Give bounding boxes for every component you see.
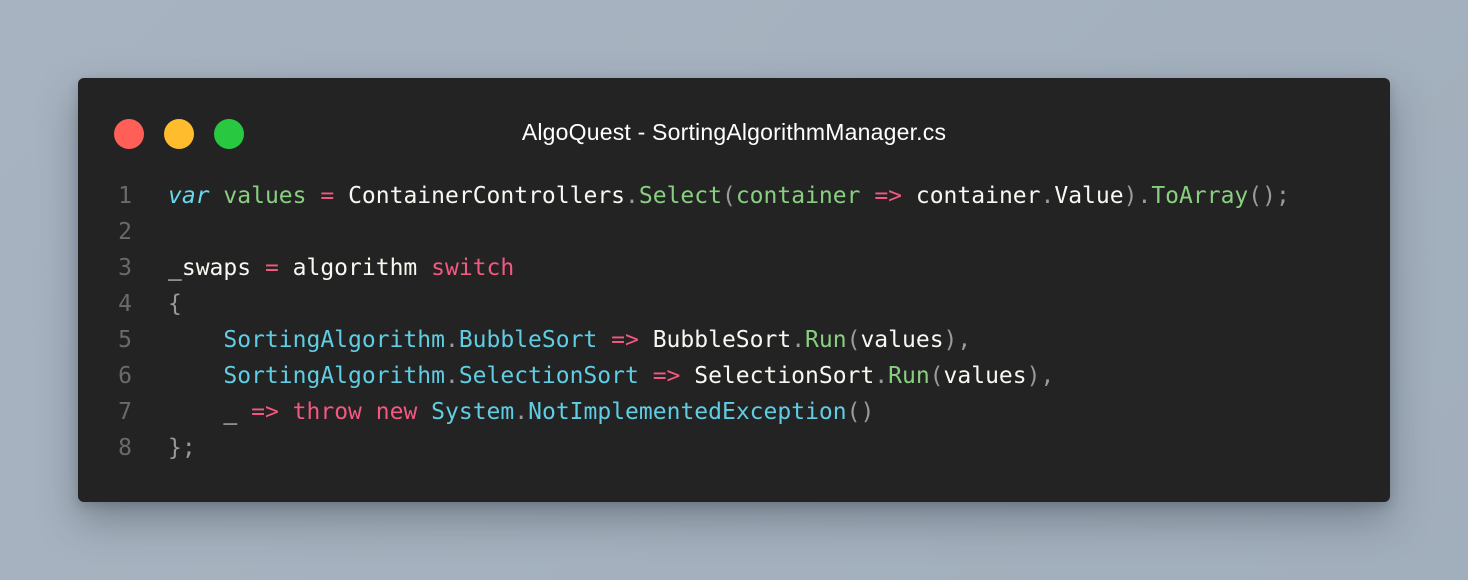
code-line: 1 var values = ContainerControllers.Selec… xyxy=(78,178,1390,214)
code-token: SelectionSort xyxy=(680,363,875,389)
code-line: 5 SortingAlgorithm.BubbleSort => BubbleS… xyxy=(78,322,1390,358)
code-token: var xyxy=(168,183,210,209)
code-token: ( xyxy=(721,183,736,209)
title-bar: AlgoQuest - SortingAlgorithmManager.cs xyxy=(78,78,1390,188)
code-token: ) xyxy=(1123,183,1138,209)
code-text: { xyxy=(168,286,182,322)
code-token: System xyxy=(431,399,515,425)
code-token: ), xyxy=(943,327,972,353)
code-token: ( xyxy=(929,363,944,389)
code-token: . xyxy=(1040,183,1055,209)
code-line: 8}; xyxy=(78,430,1390,466)
code-token: . xyxy=(625,183,639,209)
code-line: 7 _ => throw new System.NotImplementedEx… xyxy=(78,394,1390,430)
line-number: 2 xyxy=(118,219,132,245)
code-token: BubbleSort xyxy=(458,327,598,353)
code-token: Select xyxy=(638,183,722,209)
code-token: SelectionSort xyxy=(458,363,639,389)
line-number: 1 xyxy=(118,183,132,209)
code-token: ToArray xyxy=(1151,183,1249,209)
code-text: _ => throw new System.NotImplementedExce… xyxy=(168,394,874,430)
code-line: 4{ xyxy=(78,286,1390,322)
code-text: SortingAlgorithm.SelectionSort => Select… xyxy=(168,358,1054,394)
code-token: ( xyxy=(846,327,861,353)
code-token: Run xyxy=(805,327,847,353)
line-number: 6 xyxy=(118,363,132,389)
code-token: ), xyxy=(1026,363,1055,389)
code-token: . xyxy=(514,399,529,425)
code-text: }; xyxy=(168,430,196,466)
code-token: = xyxy=(264,255,279,281)
code-token: BubbleSort xyxy=(638,327,792,353)
code-token: . xyxy=(1137,183,1152,209)
code-token: = xyxy=(320,183,335,209)
code-token: container xyxy=(735,183,861,209)
code-token: algorithm xyxy=(278,255,432,281)
code-token: SortingAlgorithm xyxy=(223,363,445,389)
code-token: NotImplementedException xyxy=(528,399,847,425)
window-title: AlgoQuest - SortingAlgorithmManager.cs xyxy=(521,119,947,145)
code-token: values xyxy=(943,363,1027,389)
code-token: container xyxy=(902,183,1041,209)
line-number: 4 xyxy=(118,291,132,317)
code-token: . xyxy=(874,363,889,389)
code-token: () xyxy=(846,399,875,425)
code-token: SortingAlgorithm xyxy=(223,327,445,353)
code-token: new xyxy=(375,399,418,425)
code-token: values xyxy=(223,183,307,209)
line-number: 8 xyxy=(118,435,132,461)
code-token: (); xyxy=(1248,183,1290,209)
code-editor[interactable]: 1 var values = ContainerControllers.Selec… xyxy=(78,178,1390,466)
code-text: _swaps = algorithm switch xyxy=(168,250,514,286)
code-token: Run xyxy=(888,363,930,389)
line-number: 7 xyxy=(118,399,132,425)
code-token: . xyxy=(444,363,459,389)
code-token: . xyxy=(444,327,459,353)
code-token: }; xyxy=(168,435,196,461)
code-token: => xyxy=(652,363,681,389)
code-token: throw xyxy=(292,399,362,425)
code-token: => xyxy=(251,399,279,425)
code-line: 6 SortingAlgorithm.SelectionSort => Sele… xyxy=(78,358,1390,394)
code-token: _swaps xyxy=(168,255,265,281)
code-token: ContainerControllers xyxy=(334,183,626,209)
code-token: => xyxy=(874,183,903,209)
code-token: _ xyxy=(168,399,252,425)
code-token: . xyxy=(791,327,806,353)
code-token: switch xyxy=(431,255,515,281)
code-line: 2 xyxy=(78,214,1390,250)
code-token: { xyxy=(168,291,182,317)
code-token: => xyxy=(611,327,639,353)
line-number: 5 xyxy=(118,327,132,353)
code-line: 3 _swaps = algorithm switch xyxy=(78,250,1390,286)
code-text: SortingAlgorithm.BubbleSort => BubbleSor… xyxy=(168,322,971,358)
line-number: 3 xyxy=(118,255,132,281)
code-window: AlgoQuest - SortingAlgorithmManager.cs 1… xyxy=(78,78,1390,502)
code-text: var values = ContainerControllers.Select… xyxy=(168,178,1290,214)
code-token: Value xyxy=(1054,183,1124,209)
code-token: values xyxy=(860,327,944,353)
